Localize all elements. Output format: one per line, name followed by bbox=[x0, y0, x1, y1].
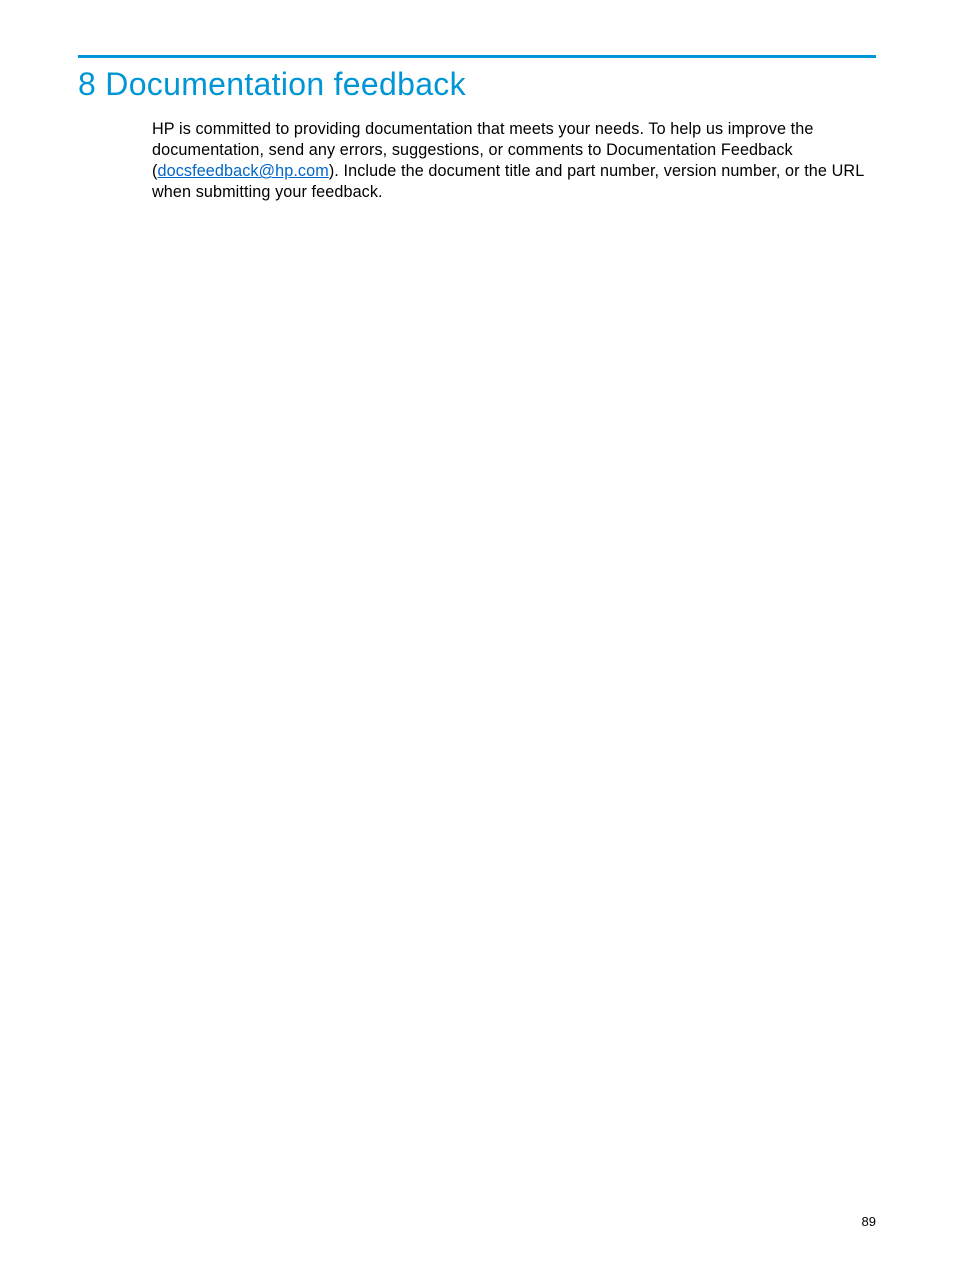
heading-rule bbox=[78, 55, 876, 58]
page-container: 8 Documentation feedback HP is committed… bbox=[0, 0, 954, 203]
email-link[interactable]: docsfeedback@hp.com bbox=[158, 162, 329, 180]
body-paragraph: HP is committed to providing documentati… bbox=[152, 119, 876, 203]
section-heading: 8 Documentation feedback bbox=[78, 66, 876, 103]
page-number: 89 bbox=[862, 1214, 876, 1229]
